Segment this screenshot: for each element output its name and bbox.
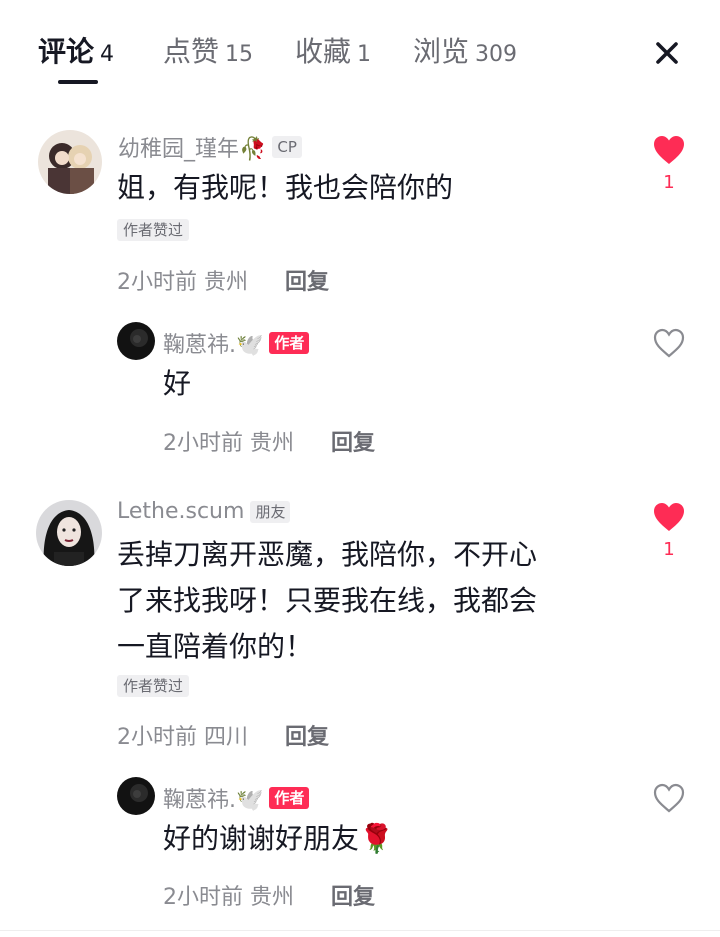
avatar-image	[117, 777, 155, 815]
reply-button[interactable]: 回复	[285, 270, 329, 295]
comment-time: 2小时前	[117, 270, 197, 295]
reply-meta: 2小时前 贵州 回复	[163, 425, 375, 457]
username-text: 鞠蒽祎.🕊️	[163, 788, 264, 813]
tab-views-label: 浏览	[413, 35, 470, 68]
like-count: 1	[663, 172, 675, 193]
reply-avatar[interactable]	[117, 777, 155, 815]
reply-text: 好的谢谢好朋友🌹	[163, 822, 394, 855]
active-tab-indicator	[58, 80, 98, 84]
reply-like-button[interactable]	[652, 327, 686, 359]
reply-avatar[interactable]	[117, 322, 155, 360]
reply-button[interactable]: 回复	[331, 885, 375, 910]
tab-comments-count: 4	[100, 42, 115, 67]
comment-text: 丢掉刀离开恶魔，我陪你，不开心 了来找我呀！只要我在线，我都会 一直陪着你的！	[117, 532, 537, 670]
reply-location: 贵州	[250, 885, 295, 910]
heart-filled-icon	[654, 136, 684, 164]
tab-comments-label: 评论	[38, 35, 95, 68]
like-button[interactable]	[652, 501, 686, 533]
tab-views[interactable]: 浏览 309	[413, 30, 517, 74]
comment-meta: 2小时前 贵州 回复	[117, 264, 329, 296]
avatar[interactable]	[38, 130, 102, 194]
tab-likes-label: 点赞	[163, 35, 220, 68]
avatar[interactable]	[36, 500, 102, 566]
comment-text-line: 丢掉刀离开恶魔，我陪你，不开心	[117, 538, 538, 571]
avatar-image	[38, 130, 102, 194]
close-icon	[656, 42, 678, 64]
comment-location: 四川	[204, 725, 249, 750]
comment-username[interactable]: Lethe.scum 朋友	[117, 499, 291, 524]
heart-outline-icon	[653, 783, 685, 813]
heart-outline-icon	[653, 328, 685, 358]
comment-location: 贵州	[204, 270, 249, 295]
relation-tag: 朋友	[250, 500, 291, 523]
comment-text-line: 了来找我呀！只要我在线，我都会	[117, 584, 538, 617]
comment-time: 2小时前	[117, 725, 197, 750]
author-tag: 作者	[269, 787, 310, 809]
reply-time: 2小时前	[163, 431, 243, 456]
relation-tag: CP	[272, 136, 302, 158]
like-count: 1	[663, 539, 675, 560]
reply-username[interactable]: 鞠蒽祎.🕊️ 作者	[163, 327, 310, 359]
author-tag: 作者	[269, 332, 310, 354]
reply-like-button[interactable]	[652, 782, 686, 814]
author-liked-badge: 作者赞过	[117, 219, 190, 241]
username-text: 鞠蒽祎.🕊️	[163, 333, 264, 358]
comment-username[interactable]: 幼稚园_瑾年🥀 CP	[118, 131, 302, 163]
username-text: 幼稚园_瑾年🥀	[118, 137, 267, 162]
reply-meta: 2小时前 贵州 回复	[163, 879, 375, 911]
avatar-image	[117, 322, 155, 360]
reply-button[interactable]: 回复	[285, 725, 329, 750]
author-liked-badge: 作者赞过	[117, 675, 190, 697]
comment-text-line: 一直陪着你的！	[117, 630, 314, 663]
close-button[interactable]	[648, 34, 686, 72]
divider	[0, 930, 720, 931]
tab-favorites-label: 收藏	[295, 35, 352, 68]
like-button[interactable]	[652, 134, 686, 166]
comment-tabs: 评论 4 点赞 15 收藏 1 浏览 309	[0, 0, 720, 100]
reply-text: 好	[163, 367, 192, 400]
tab-favorites-count: 1	[357, 42, 372, 67]
tab-favorites[interactable]: 收藏 1	[295, 30, 371, 74]
reply-username[interactable]: 鞠蒽祎.🕊️ 作者	[163, 782, 310, 814]
reply-location: 贵州	[250, 431, 295, 456]
tab-comments[interactable]: 评论 4	[38, 30, 114, 74]
reply-button[interactable]: 回复	[331, 431, 375, 456]
comment-meta: 2小时前 四川 回复	[117, 719, 329, 751]
comment-text: 姐，有我呢！我也会陪你的	[117, 171, 454, 204]
avatar-image	[36, 500, 102, 566]
username-text: Lethe.scum	[117, 499, 245, 524]
tab-views-count: 309	[475, 42, 518, 67]
tab-likes-count: 15	[225, 42, 254, 67]
tab-likes[interactable]: 点赞 15	[163, 30, 253, 74]
heart-filled-icon	[654, 503, 684, 531]
reply-time: 2小时前	[163, 885, 243, 910]
